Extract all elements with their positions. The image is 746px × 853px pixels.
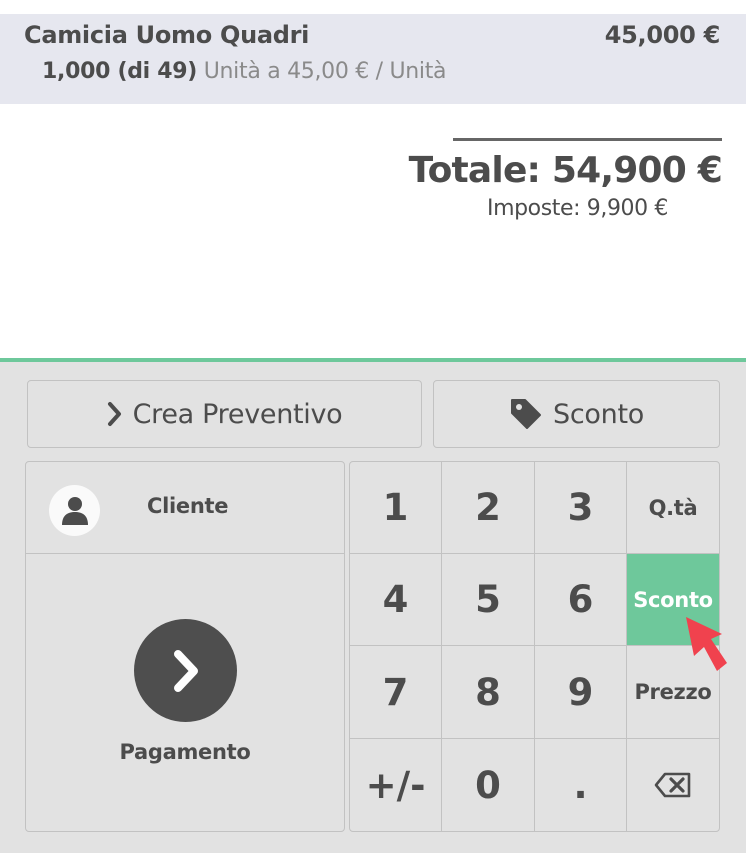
product-unit-info: Unità a 45,00 € / Unità xyxy=(203,59,447,84)
control-panel: Crea Preventivo Sconto Cliente Pagamento… xyxy=(0,358,746,853)
total-divider xyxy=(453,138,722,141)
numpad-key-6[interactable]: 6 xyxy=(535,554,627,646)
numpad-key-8[interactable]: 8 xyxy=(442,646,535,739)
product-info: 1,000 (di 49) Unità a 45,00 € / Unità xyxy=(42,59,447,84)
customer-button[interactable]: Cliente xyxy=(26,462,344,554)
numpad-key-1[interactable]: 1 xyxy=(350,462,442,554)
product-quantity: 1,000 (di 49) xyxy=(42,59,198,84)
numpad-key-2[interactable]: 2 xyxy=(442,462,535,554)
numpad-key-5[interactable]: 5 xyxy=(442,554,535,646)
chevron-right-icon xyxy=(134,619,237,722)
payment-button[interactable]: Pagamento xyxy=(26,555,344,831)
numpad-key-3[interactable]: 3 xyxy=(535,462,627,554)
order-taxes: Imposte: 9,900 € xyxy=(487,196,668,221)
numpad-key-sign[interactable]: +/- xyxy=(350,739,442,831)
discount-label: Sconto xyxy=(553,398,644,430)
product-name: Camicia Uomo Quadri xyxy=(24,21,310,49)
price-mode-button[interactable]: Prezzo xyxy=(627,646,719,739)
backspace-icon xyxy=(654,764,692,807)
numpad-key-0[interactable]: 0 xyxy=(442,739,535,831)
payment-label: Pagamento xyxy=(119,740,251,764)
numpad-key-9[interactable]: 9 xyxy=(535,646,627,739)
discount-mode-button[interactable]: Sconto xyxy=(627,554,719,646)
order-total: Totale: 54,900 € xyxy=(408,150,723,191)
quantity-mode-button[interactable]: Q.tà xyxy=(627,462,719,554)
numpad-key-dot[interactable]: . xyxy=(535,739,627,831)
numpad-key-7[interactable]: 7 xyxy=(350,646,442,739)
order-line[interactable]: Camicia Uomo Quadri 45,000 € 1,000 (di 4… xyxy=(0,14,746,104)
backspace-button[interactable] xyxy=(627,739,719,831)
chevron-right-icon xyxy=(107,401,123,427)
create-quote-label: Crea Preventivo xyxy=(132,398,343,430)
user-icon xyxy=(49,485,100,536)
customer-label: Cliente xyxy=(147,494,229,518)
tag-icon xyxy=(509,397,543,431)
product-price: 45,000 € xyxy=(604,21,721,49)
action-pad: Cliente Pagamento xyxy=(25,461,345,832)
discount-button[interactable]: Sconto xyxy=(433,380,720,448)
numpad-key-4[interactable]: 4 xyxy=(350,554,442,646)
create-quote-button[interactable]: Crea Preventivo xyxy=(27,380,422,448)
numpad: 1 2 3 Q.tà 4 5 6 Sconto 7 8 9 Prezzo +/-… xyxy=(349,461,720,832)
